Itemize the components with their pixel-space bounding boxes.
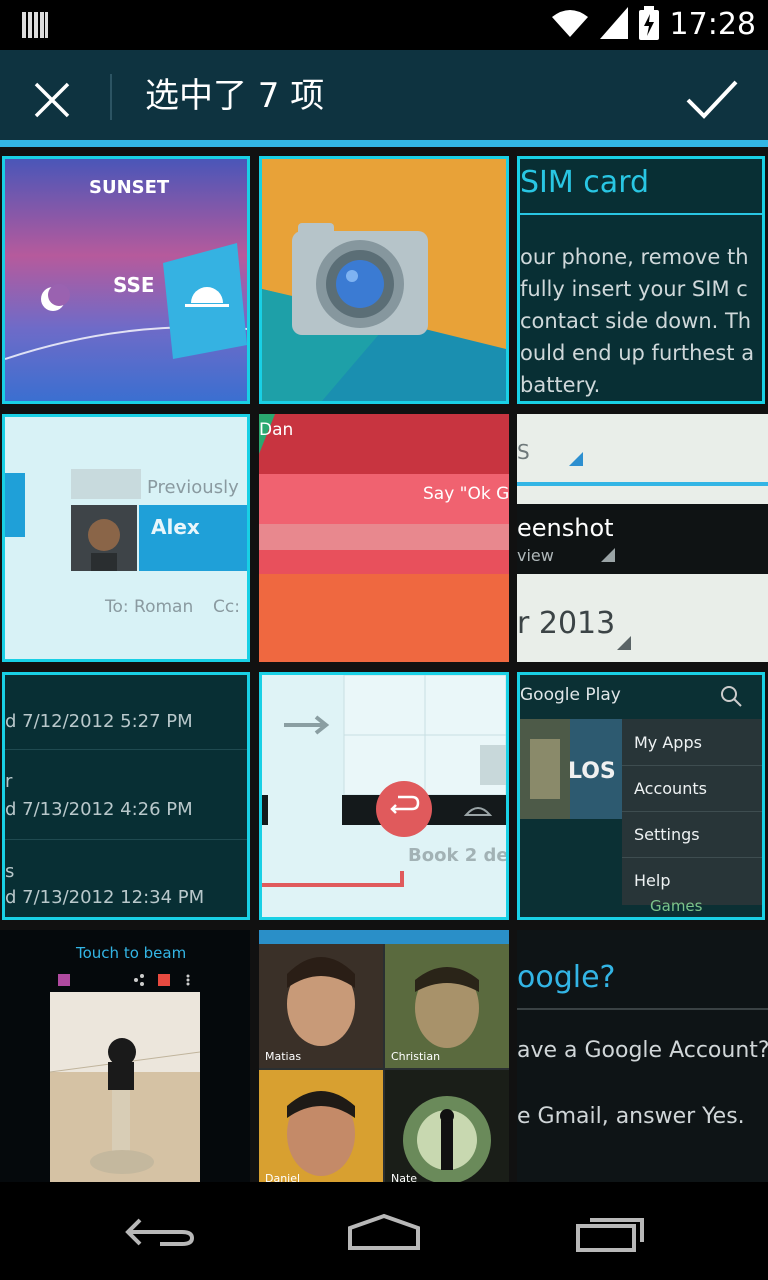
dropdown-indicator-icon: [601, 548, 615, 562]
sunrise-icon: [185, 283, 229, 307]
contact-name: Nate: [391, 1172, 418, 1182]
tile-text: LOS: [568, 759, 616, 784]
contact-name: Daniel: [265, 1172, 301, 1182]
accent-line: [517, 482, 768, 486]
tile-text: eenshot: [517, 514, 614, 542]
tile-text: S: [517, 440, 530, 464]
tile-camera-app[interactable]: [259, 156, 509, 404]
tile-text: Cc:: [213, 597, 240, 617]
tile-text: SUNSET: [89, 177, 170, 198]
menu-item-accounts: Accounts: [634, 779, 707, 798]
tile-text: r 2013: [517, 606, 616, 641]
tile-text: Previously: [147, 477, 239, 498]
tile-google-account-setup[interactable]: oogle? ave a Google Account? e Gmail, an…: [517, 930, 768, 1182]
tile-text: Games: [650, 897, 703, 915]
contextual-action-bar: 选中了 7 项: [0, 50, 768, 140]
close-icon[interactable]: [26, 74, 78, 126]
heading-rule: [520, 213, 762, 215]
tile-text: Dan: [259, 420, 294, 440]
row-divider: [5, 749, 247, 750]
cat-photo: [50, 992, 200, 1182]
menu-divider: [622, 811, 762, 812]
share-icon: [134, 974, 144, 986]
tile-heading: SIM card: [520, 165, 650, 200]
tile-sim-card-help[interactable]: SIM card our phone, remove th fully inse…: [517, 156, 765, 404]
tile-text: battery.: [520, 373, 601, 397]
menu-divider: [622, 765, 762, 766]
heading-rule: [517, 1008, 768, 1010]
overflow-menu: My Apps Accounts Settings Help: [622, 719, 762, 905]
tile-text: Google Play: [520, 685, 621, 705]
tile-screenshot-settings[interactable]: S eenshot view r 2013: [517, 414, 768, 662]
tile-text: Book 2 de: [408, 845, 509, 866]
wifi-icon: [550, 7, 590, 43]
action-bar-accent-line: [0, 140, 768, 147]
status-bar: 17:28: [0, 0, 768, 50]
header-strip: [71, 469, 141, 499]
tile-text: r: [5, 771, 13, 792]
avatar: [71, 505, 137, 571]
thumbnail-grid: SUNSET SSE SIM card our phone, remove th…: [0, 147, 768, 1182]
accent-bar: [5, 473, 25, 537]
tile-sunset-wallpaper[interactable]: SUNSET SSE: [2, 156, 250, 404]
check-icon[interactable]: [684, 76, 740, 122]
menu-item-help: Help: [634, 871, 671, 890]
tile-text: To: Roman: [105, 597, 194, 617]
tile-text: contact side down. Th: [520, 309, 752, 333]
tile-text: Say "Ok Go: [423, 484, 509, 504]
battery-charging-icon: [638, 6, 660, 44]
tile-text: SSE: [113, 273, 155, 297]
tile-text: e Gmail, answer Yes.: [517, 1104, 745, 1129]
tile-text: Alex: [151, 515, 200, 539]
home-icon[interactable]: [344, 1210, 424, 1254]
tile-heading: oogle?: [517, 960, 616, 995]
menu-item-my-apps: My Apps: [634, 733, 702, 752]
recents-icon[interactable]: [572, 1210, 652, 1254]
menu-item-settings: Settings: [634, 825, 700, 844]
tile-text: ould end up furthest a: [520, 341, 755, 365]
dropdown-indicator-icon: [569, 452, 583, 466]
tile-now-cards[interactable]: Dan Say "Ok Go: [259, 414, 509, 662]
tile-people-contacts[interactable]: Matias Christian Daniel Nate: [259, 930, 509, 1182]
tile-text: fully insert your SIM c: [520, 277, 748, 301]
clock: 17:28: [669, 7, 756, 42]
tile-android-beam[interactable]: Touch to beam: [0, 930, 250, 1182]
row-divider: [5, 839, 247, 840]
tile-email-contact[interactable]: Previously Alex To: Roman Cc:: [2, 414, 250, 662]
back-icon[interactable]: [120, 1210, 200, 1254]
tile-text: d 7/12/2012 5:27 PM: [5, 711, 193, 732]
tile-text: ave a Google Account?: [517, 1038, 768, 1063]
signal-icon: [599, 7, 628, 43]
selection-count-title: 选中了 7 项: [145, 76, 325, 116]
tile-text: our phone, remove th: [520, 245, 749, 269]
action-bar-divider: [110, 74, 112, 120]
tile-book-reader[interactable]: Book 2 de: [259, 672, 509, 920]
navigation-bar: [0, 1182, 768, 1280]
gallery-icon: [58, 974, 70, 986]
tile-text: view: [517, 546, 554, 565]
search-icon: [720, 685, 742, 707]
tile-text: d 7/13/2012 4:26 PM: [5, 799, 193, 820]
tile-call-log[interactable]: d 7/12/2012 5:27 PM r d 7/13/2012 4:26 P…: [2, 672, 250, 920]
contact-name: Christian: [391, 1050, 441, 1063]
tab-strip: [259, 930, 509, 944]
dropdown-indicator-icon: [617, 636, 631, 650]
tile-text: d 7/13/2012 12:34 PM: [5, 887, 205, 908]
barcode-icon: [22, 12, 48, 42]
avatar: [259, 1070, 383, 1182]
tile-google-play-menu[interactable]: Google Play LOS My Apps Accounts Setting…: [517, 672, 765, 920]
menu-divider: [622, 857, 762, 858]
overflow-icon: [186, 974, 190, 986]
tile-text: Touch to beam: [76, 944, 187, 962]
mail-icon: [158, 974, 170, 986]
tile-text: s: [5, 861, 15, 882]
contact-name: Matias: [265, 1050, 302, 1063]
avatar: [385, 1070, 509, 1182]
